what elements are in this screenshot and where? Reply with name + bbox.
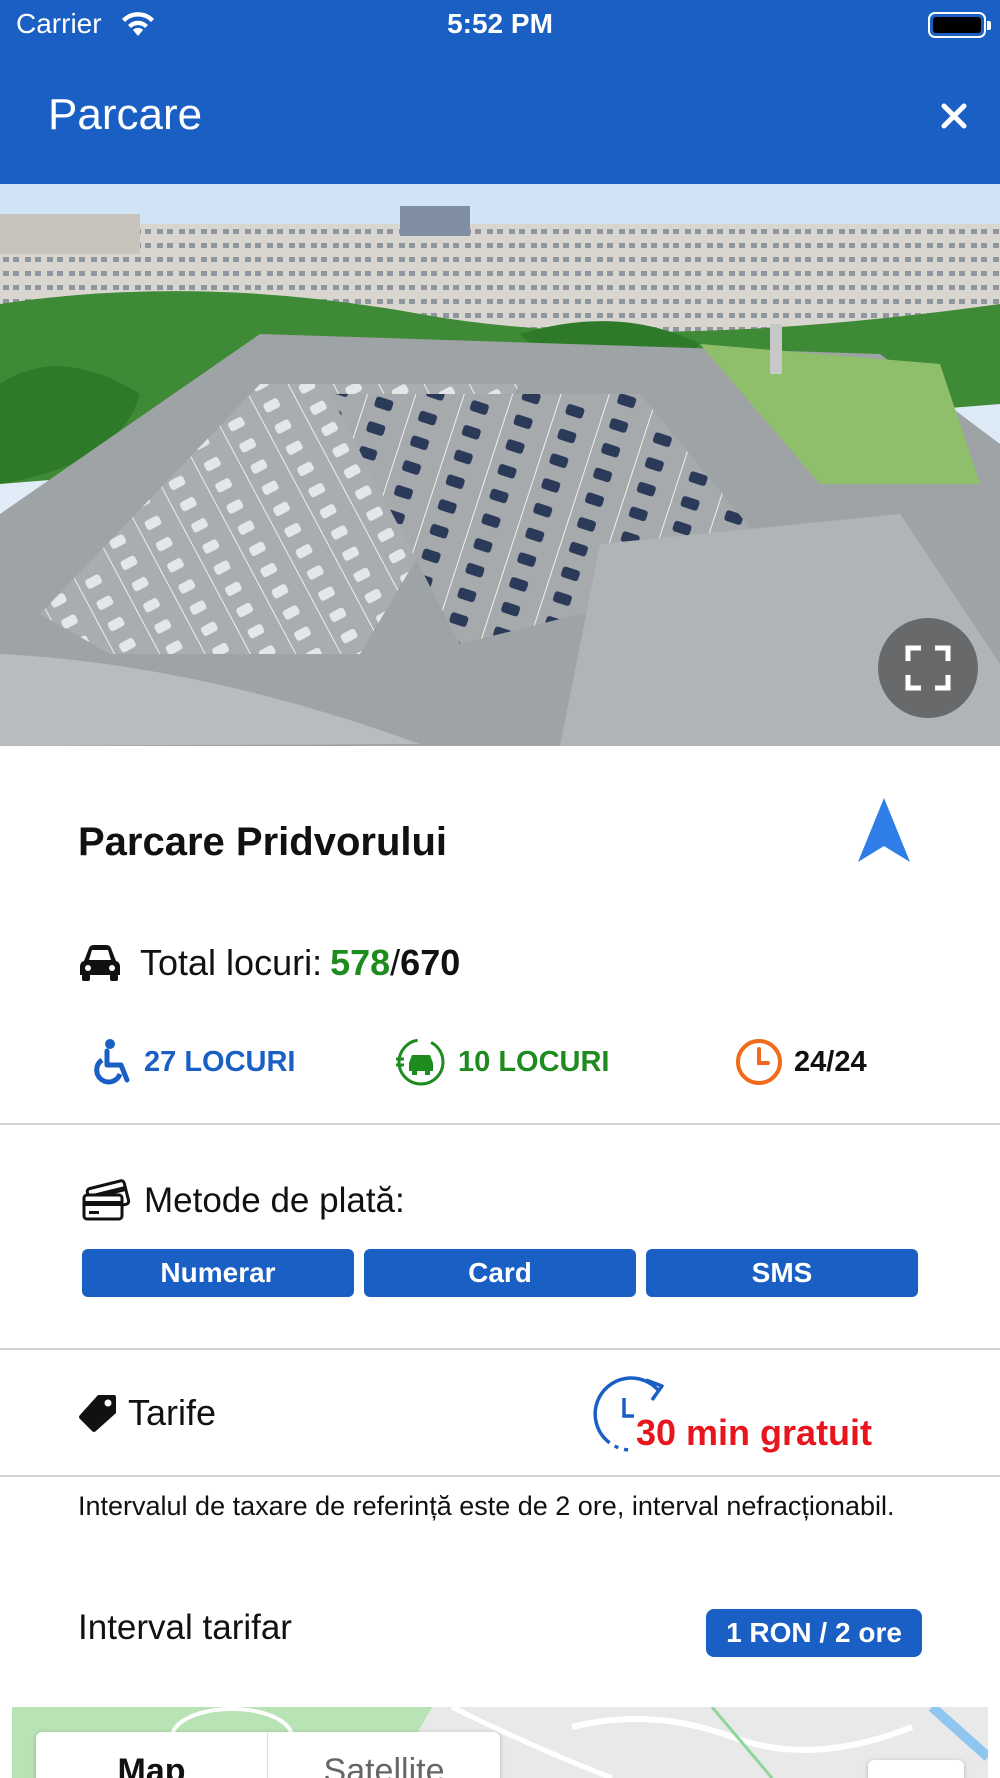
map-control-button[interactable] (868, 1760, 964, 1778)
wheelchair-icon (94, 1039, 130, 1085)
free-time-label: 30 min gratuit (636, 1412, 873, 1453)
tariffs-title: Tarife (78, 1386, 216, 1440)
total-spots-value: 670 (400, 942, 461, 983)
ev-charging-spots: 10 LOCURI (394, 1036, 609, 1088)
app-header: Carrier 5:52 PM Parcare (0, 0, 1000, 184)
tariffs-label: Tarife (128, 1392, 217, 1433)
map-type-selector: Map Satellite (36, 1732, 500, 1778)
payment-methods-title: Metode de plată: (80, 1176, 405, 1226)
total-spots-label: Total locuri: (140, 942, 323, 983)
price-badge: 1 RON / 2 ore (706, 1609, 922, 1657)
total-spots-row: Total locuri: 578 / 670 (78, 938, 460, 988)
fullscreen-icon (905, 645, 951, 691)
payment-method-card[interactable]: Card (364, 1249, 636, 1297)
free-spots-value: 578 (330, 942, 391, 983)
opening-hours-label: 24/24 (794, 1045, 867, 1078)
parking-name: Parcare Pridvorului (78, 820, 448, 864)
battery-icon (928, 12, 991, 38)
navigation-arrow-icon[interactable] (856, 796, 912, 864)
page-title: Parcare (48, 90, 203, 139)
status-bar: Carrier 5:52 PM (0, 0, 1000, 50)
tab-map[interactable]: Map (36, 1732, 268, 1778)
ev-charging-icon (396, 1038, 445, 1086)
status-time: 5:52 PM (447, 8, 553, 39)
payment-method-sms[interactable]: SMS (646, 1249, 918, 1297)
divider (0, 1348, 1000, 1350)
interval-label: Interval tarifar (78, 1608, 292, 1647)
car-icon (80, 945, 120, 981)
divider (0, 1475, 1000, 1477)
tariff-description: Intervalul de taxare de referință este d… (78, 1491, 895, 1521)
disabled-spots: 27 LOCURI (90, 1036, 295, 1088)
parking-photo (0, 184, 1000, 746)
credit-cards-icon (82, 1179, 131, 1221)
divider (0, 1123, 1000, 1125)
close-icon (941, 103, 967, 129)
tab-satellite[interactable]: Satellite (268, 1732, 500, 1778)
payment-method-cash[interactable]: Numerar (82, 1249, 354, 1297)
free-time-badge: 30 min gratuit (584, 1368, 924, 1456)
price-tag-icon (79, 1395, 116, 1432)
spots-separator: / (390, 942, 401, 983)
ev-spots-label: 10 LOCURI (458, 1045, 610, 1078)
fullscreen-button[interactable] (878, 618, 978, 718)
close-button[interactable] (934, 96, 974, 136)
opening-hours: 24/24 (734, 1036, 867, 1088)
disabled-spots-label: 27 LOCURI (144, 1045, 296, 1078)
payment-methods-label: Metode de plată: (144, 1181, 405, 1220)
clock-icon (736, 1039, 782, 1085)
